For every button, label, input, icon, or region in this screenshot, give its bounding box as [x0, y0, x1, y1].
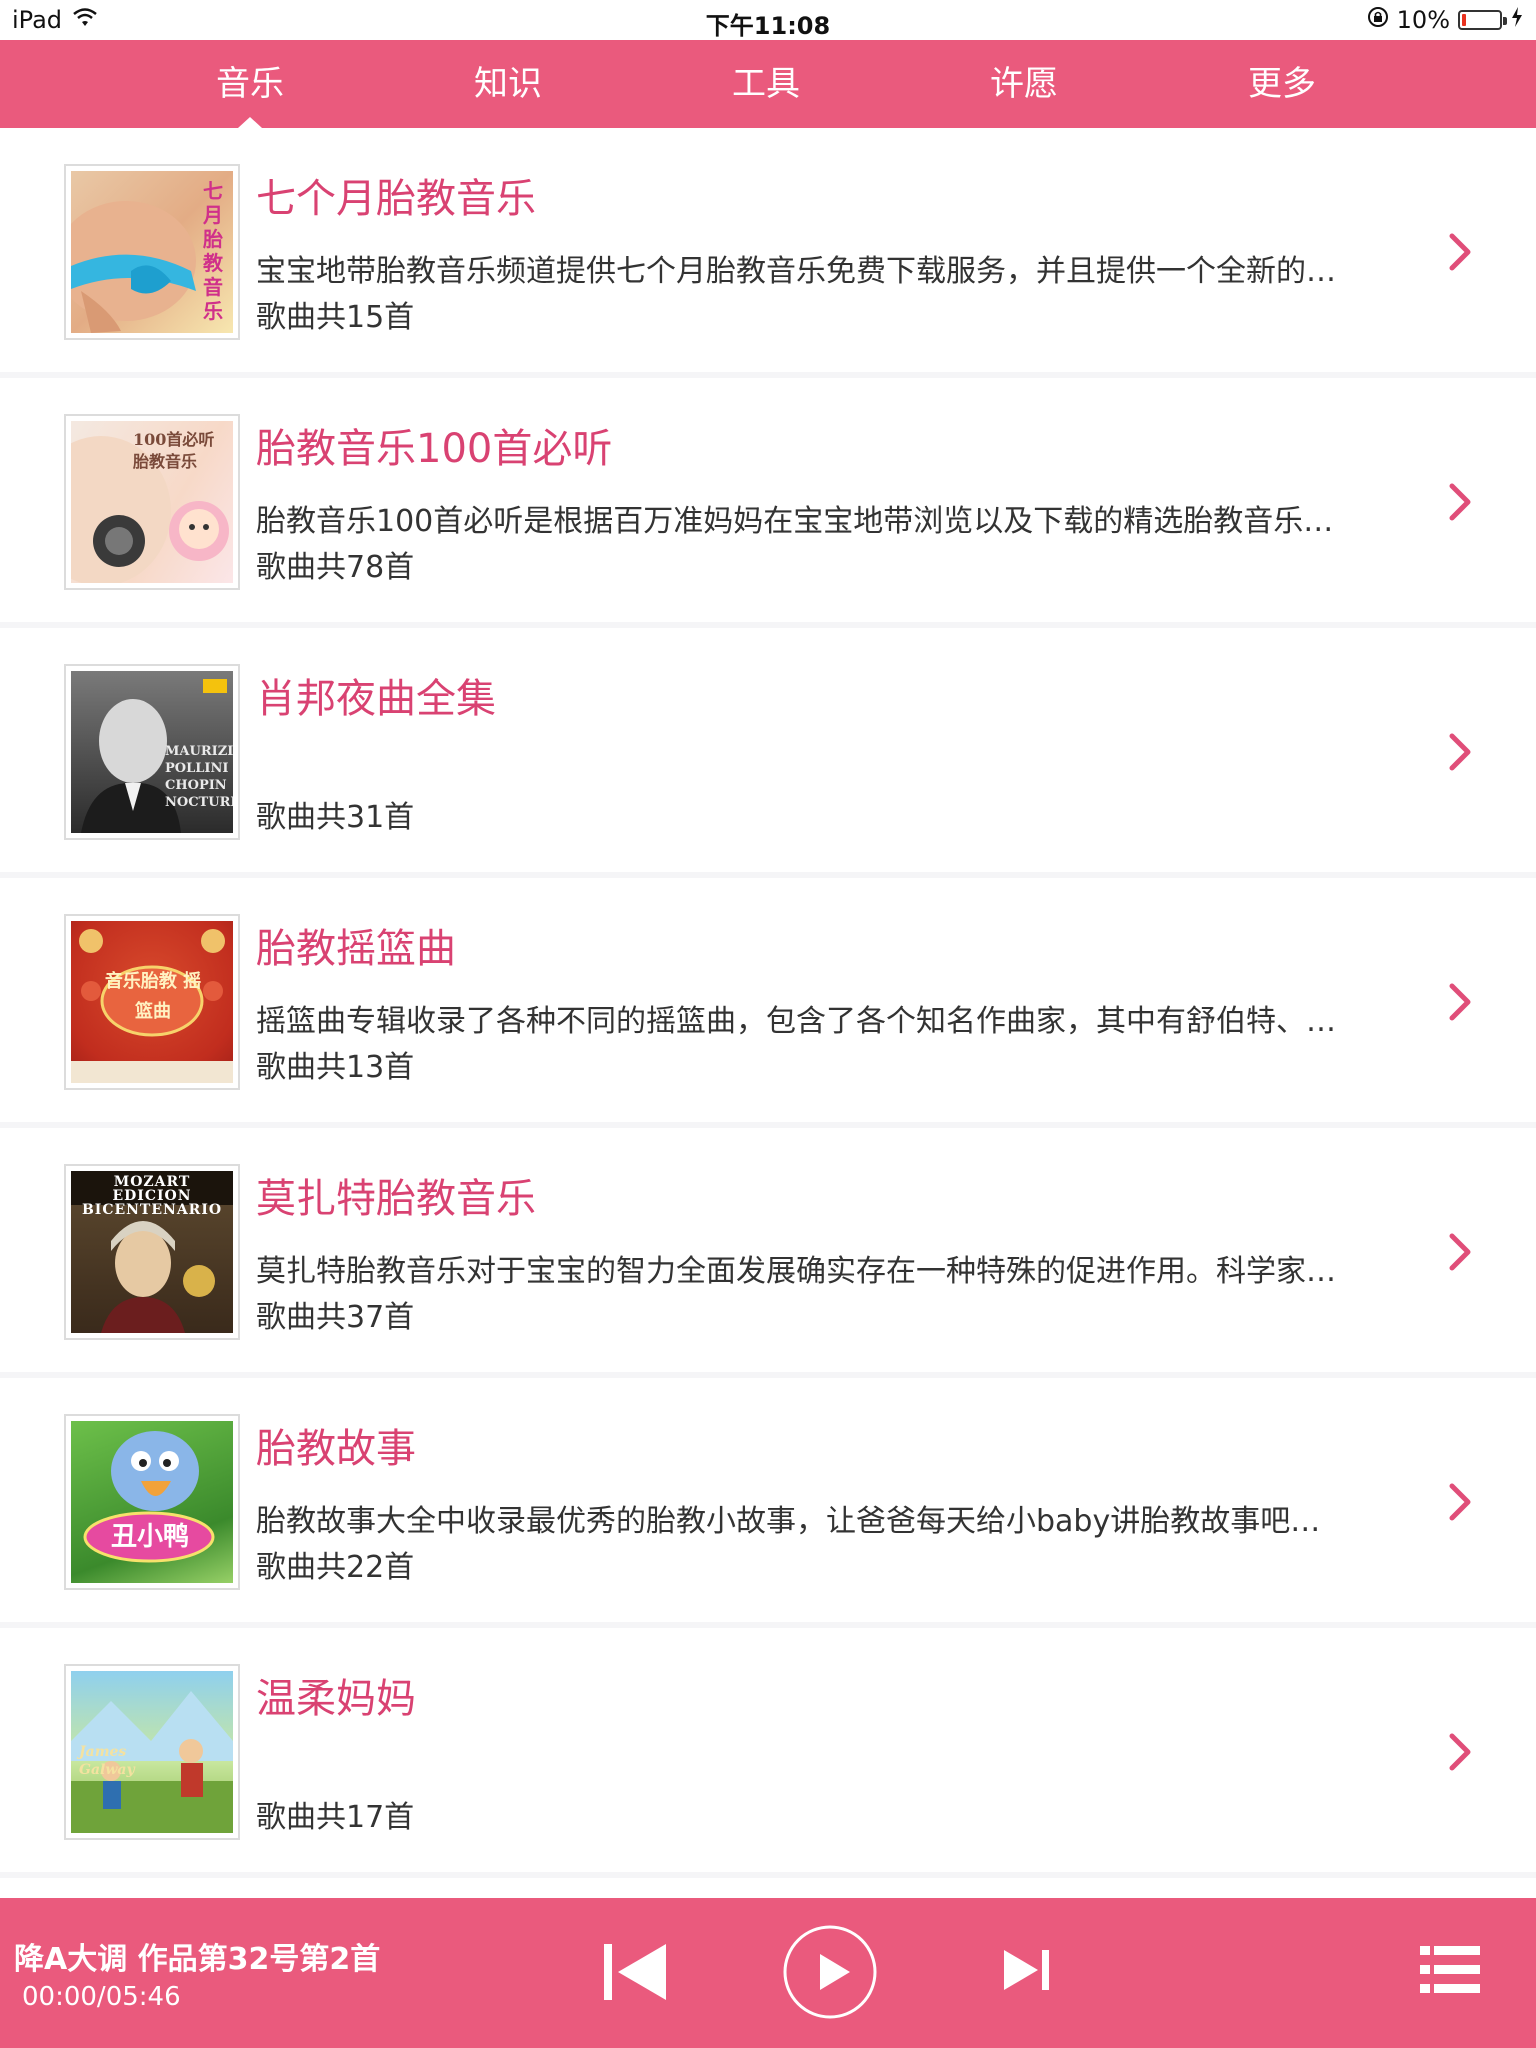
- album-cover-art: 音乐胎教 摇篮曲: [71, 921, 233, 1083]
- previous-icon[interactable]: [600, 1938, 670, 2006]
- tab-label: 知识: [474, 64, 542, 104]
- tab-label: 工具: [732, 64, 800, 104]
- album-cover: 七月胎教音乐: [64, 164, 240, 340]
- status-right: 10%: [1367, 6, 1524, 34]
- album-song-count: 歌曲共13首: [256, 1050, 415, 1085]
- charging-icon: [1510, 6, 1524, 34]
- tab-knowledge[interactable]: 知识: [398, 40, 618, 128]
- cover-text: 丑小鸭: [110, 1522, 189, 1552]
- chevron-right-icon[interactable]: [1440, 1478, 1480, 1526]
- album-description: 莫扎特胎教音乐对于宝宝的智力全面发展确实存在一种特殊的促进作用。科学家…: [256, 1254, 1336, 1289]
- album-title: 胎教摇篮曲: [256, 926, 456, 972]
- album-description: 宝宝地带胎教音乐频道提供七个月胎教音乐免费下载服务，并且提供一个全新的…: [256, 254, 1336, 289]
- tab-label: 许愿: [990, 64, 1058, 104]
- cover-text: MAURIZIO POLLINI CHOPIN NOCTURNES: [165, 744, 233, 810]
- album-cover: James Galway: [64, 1664, 240, 1840]
- album-song-count: 歌曲共37首: [256, 1300, 415, 1335]
- cover-text: James Galway: [79, 1744, 135, 1778]
- album-title: 胎教故事: [256, 1426, 416, 1472]
- album-description: 胎教故事大全中收录最优秀的胎教小故事，让爸爸每天给小baby讲胎教故事吧…: [256, 1504, 1321, 1539]
- album-title: 肖邦夜曲全集: [256, 676, 496, 722]
- app-root: iPad 下午11:08 10% 音乐 知识 工具 许愿 更多 七月胎教音乐 七…: [0, 0, 1536, 2048]
- cover-text: 音乐胎教 摇篮曲: [104, 971, 202, 1022]
- album-cover: 100首必听 胎教音乐: [64, 414, 240, 590]
- now-playing-time: 00:00/05:46: [22, 1982, 181, 2012]
- tab-music[interactable]: 音乐: [140, 40, 360, 128]
- album-cover: MAURIZIO POLLINI CHOPIN NOCTURNES: [64, 664, 240, 840]
- chevron-right-icon[interactable]: [1440, 478, 1480, 526]
- battery-percent: 10%: [1396, 6, 1450, 34]
- album-item[interactable]: 音乐胎教 摇篮曲 胎教摇篮曲 摇篮曲专辑收录了各种不同的摇篮曲，包含了各个知名作…: [0, 878, 1536, 1128]
- album-item[interactable]: 100首必听 胎教音乐 胎教音乐100首必听 胎教音乐100首必听是根据百万准妈…: [0, 378, 1536, 628]
- chevron-right-icon[interactable]: [1440, 228, 1480, 276]
- album-cover-art: 丑小鸭: [71, 1421, 233, 1583]
- selected-tab-indicator: [238, 117, 262, 128]
- chevron-right-icon[interactable]: [1440, 978, 1480, 1026]
- album-title: 莫扎特胎教音乐: [256, 1176, 536, 1222]
- album-item[interactable]: 丑小鸭 胎教故事 胎教故事大全中收录最优秀的胎教小故事，让爸爸每天给小baby讲…: [0, 1378, 1536, 1628]
- album-song-count: 歌曲共17首: [256, 1800, 415, 1835]
- album-song-count: 歌曲共22首: [256, 1550, 415, 1585]
- album-item[interactable]: 七月胎教音乐 七个月胎教音乐 宝宝地带胎教音乐频道提供七个月胎教音乐免费下载服务…: [0, 128, 1536, 378]
- chevron-right-icon[interactable]: [1440, 728, 1480, 776]
- rotation-lock-icon: [1367, 6, 1389, 34]
- album-item[interactable]: James Galway 温柔妈妈 歌曲共17首: [0, 1628, 1536, 1878]
- playlist-icon[interactable]: [1420, 1944, 1480, 1996]
- album-title: 温柔妈妈: [256, 1676, 416, 1722]
- album-description: 胎教音乐100首必听是根据百万准妈妈在宝宝地带浏览以及下载的精选胎教音乐…: [256, 504, 1334, 539]
- play-icon[interactable]: [782, 1924, 878, 2020]
- album-cover-art: James Galway: [71, 1671, 233, 1833]
- album-cover-art: MAURIZIO POLLINI CHOPIN NOCTURNES: [71, 671, 233, 833]
- tab-label: 音乐: [216, 64, 284, 104]
- battery-icon: [1458, 10, 1507, 30]
- album-item[interactable]: MOZART EDICION BICENTENARIO 莫扎特胎教音乐 莫扎特胎…: [0, 1128, 1536, 1378]
- album-title: 胎教音乐100首必听: [256, 426, 613, 472]
- divider: [0, 1872, 1536, 1878]
- album-item[interactable]: MAURIZIO POLLINI CHOPIN NOCTURNES 肖邦夜曲全集…: [0, 628, 1536, 878]
- album-cover-art: MOZART EDICION BICENTENARIO: [71, 1171, 233, 1333]
- battery-level: [1462, 14, 1466, 26]
- tab-wish[interactable]: 许愿: [914, 40, 1134, 128]
- mini-player: 降A大调 作品第32号第2首 00:00/05:46: [0, 1898, 1536, 2048]
- album-cover: 音乐胎教 摇篮曲: [64, 914, 240, 1090]
- status-time: 下午11:08: [705, 12, 831, 40]
- album-list[interactable]: 七月胎教音乐 七个月胎教音乐 宝宝地带胎教音乐频道提供七个月胎教音乐免费下载服务…: [0, 128, 1536, 1898]
- album-song-count: 歌曲共15首: [256, 300, 415, 335]
- cover-text: 七月胎教音乐: [203, 179, 223, 323]
- cover-text: MOZART EDICION BICENTENARIO: [81, 1174, 223, 1218]
- album-description: 摇篮曲专辑收录了各种不同的摇篮曲，包含了各个知名作曲家，其中有舒伯特、…: [256, 1004, 1336, 1039]
- album-song-count: 歌曲共78首: [256, 550, 415, 585]
- tab-tools[interactable]: 工具: [656, 40, 876, 128]
- album-song-count: 歌曲共31首: [256, 800, 415, 835]
- now-playing-title: 降A大调 作品第32号第2首: [14, 1942, 381, 1977]
- top-tab-bar: 音乐 知识 工具 许愿 更多: [0, 40, 1536, 128]
- chevron-right-icon[interactable]: [1440, 1728, 1480, 1776]
- album-cover: MOZART EDICION BICENTENARIO: [64, 1164, 240, 1340]
- status-bar: iPad 下午11:08 10%: [0, 0, 1536, 40]
- album-title: 七个月胎教音乐: [256, 176, 536, 222]
- cover-text: 100首必听 胎教音乐: [133, 430, 215, 471]
- album-cover-art: 100首必听 胎教音乐: [71, 421, 233, 583]
- tab-more[interactable]: 更多: [1172, 40, 1392, 128]
- album-cover-art: 七月胎教音乐: [71, 171, 233, 333]
- next-icon[interactable]: [1000, 1944, 1052, 1996]
- chevron-right-icon[interactable]: [1440, 1228, 1480, 1276]
- album-cover: 丑小鸭: [64, 1414, 240, 1590]
- tab-label: 更多: [1248, 64, 1316, 104]
